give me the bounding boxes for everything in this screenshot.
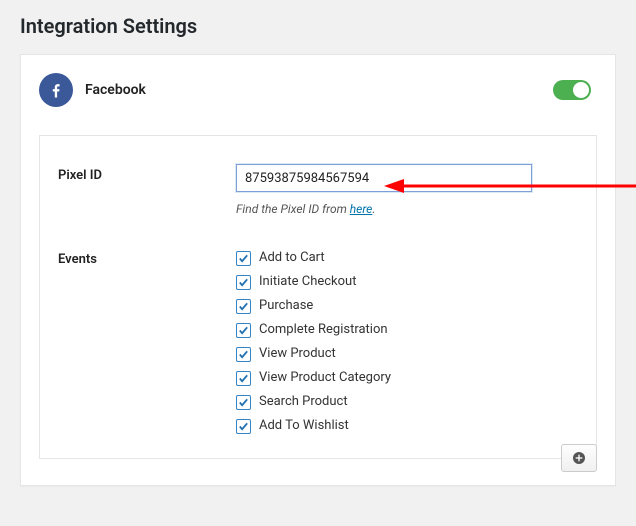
event-label-complete-registration: Complete Registration (259, 320, 388, 340)
event-checkbox-purchase[interactable] (236, 299, 251, 314)
pixel-id-input[interactable] (236, 164, 532, 192)
event-checkbox-complete-registration[interactable] (236, 323, 251, 338)
event-item-initiate-checkout: Initiate Checkout (236, 272, 578, 292)
pixel-id-row: Pixel ID Find the Pixel ID from here. (58, 164, 578, 216)
events-list: Add to Cart Initiate Checkout Purchase Comp… (236, 248, 578, 436)
help-link[interactable]: here (350, 202, 373, 216)
event-label-initiate-checkout: Initiate Checkout (259, 272, 356, 292)
events-row: Events Add to Cart Initiate Checkout Purch… (58, 248, 578, 436)
event-label-search-product: Search Product (259, 392, 348, 412)
toggle-knob (573, 82, 589, 98)
pixel-id-body: Find the Pixel ID from here. (236, 164, 578, 216)
help-prefix: Find the Pixel ID from (236, 202, 350, 216)
event-item-add-to-cart: Add to Cart (236, 248, 578, 268)
event-checkbox-view-product[interactable] (236, 347, 251, 362)
events-label: Events (58, 248, 236, 267)
page-title: Integration Settings (20, 14, 616, 38)
panel-header-left: Facebook (39, 73, 146, 107)
add-integration-button[interactable] (561, 444, 597, 472)
event-checkbox-search-product[interactable] (236, 395, 251, 410)
pixel-id-help: Find the Pixel ID from here. (236, 202, 578, 216)
event-label-purchase: Purchase (259, 296, 313, 316)
event-checkbox-initiate-checkout[interactable] (236, 275, 251, 290)
event-label-view-product-category: View Product Category (259, 368, 391, 388)
event-label-add-to-cart: Add to Cart (259, 248, 325, 268)
event-item-purchase: Purchase (236, 296, 578, 316)
integration-form: Pixel ID Find the Pixel ID from here. Ev… (39, 135, 597, 459)
event-item-search-product: Search Product (236, 392, 578, 412)
help-suffix: . (372, 202, 375, 216)
pixel-id-label: Pixel ID (58, 164, 236, 183)
events-body: Add to Cart Initiate Checkout Purchase Comp… (236, 248, 578, 436)
event-label-add-to-wishlist: Add To Wishlist (259, 416, 349, 436)
integration-title: Facebook (85, 82, 146, 98)
plus-circle-icon (571, 450, 587, 466)
event-item-view-product-category: View Product Category (236, 368, 578, 388)
event-label-view-product: View Product (259, 344, 336, 364)
panel-header: Facebook (39, 73, 597, 107)
event-checkbox-view-product-category[interactable] (236, 371, 251, 386)
integration-panel: Facebook Pixel ID Find the Pixel ID from… (20, 54, 616, 486)
event-item-view-product: View Product (236, 344, 578, 364)
event-item-complete-registration: Complete Registration (236, 320, 578, 340)
enable-toggle[interactable] (553, 80, 591, 100)
event-item-add-to-wishlist: Add To Wishlist (236, 416, 578, 436)
event-checkbox-add-to-wishlist[interactable] (236, 419, 251, 434)
event-checkbox-add-to-cart[interactable] (236, 251, 251, 266)
facebook-icon (39, 73, 73, 107)
